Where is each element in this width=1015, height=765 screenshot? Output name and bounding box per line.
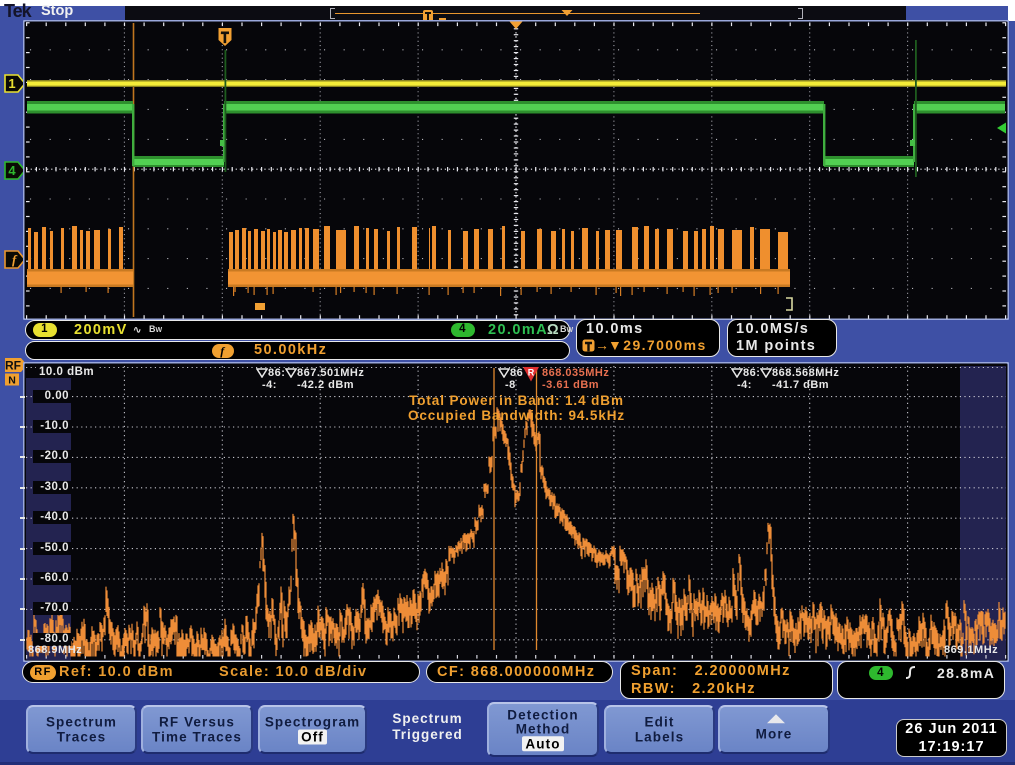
svg-text:1: 1 — [8, 76, 15, 91]
svg-text:4: 4 — [8, 163, 16, 178]
svg-text:R: R — [528, 368, 535, 378]
svg-text:N: N — [8, 375, 16, 387]
svg-text:RF: RF — [5, 359, 21, 373]
